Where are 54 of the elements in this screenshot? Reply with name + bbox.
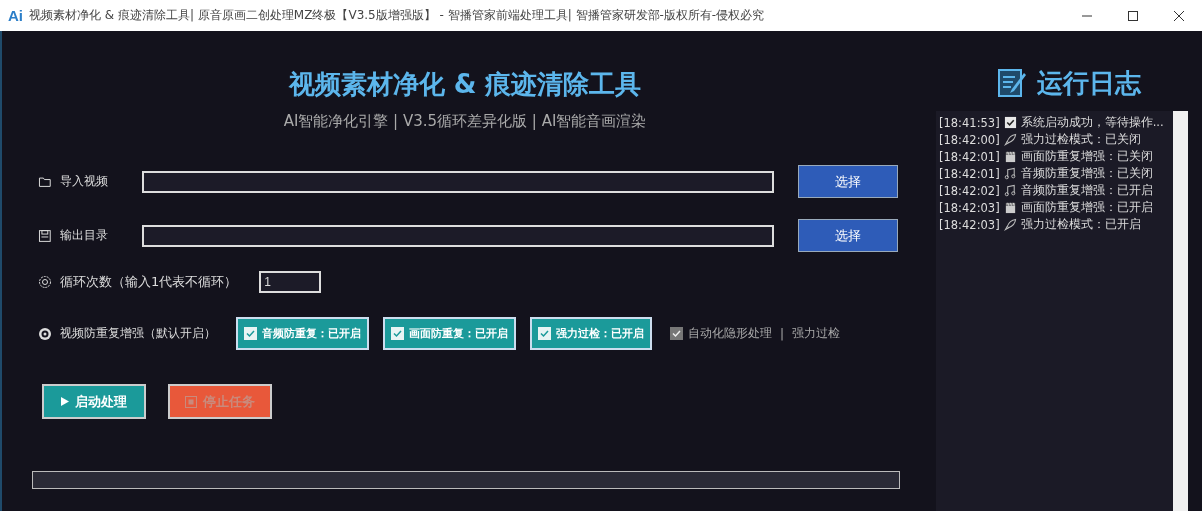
separator-text: | bbox=[780, 326, 785, 341]
target-icon bbox=[38, 326, 52, 341]
save-icon bbox=[38, 228, 52, 243]
clapperboard-icon bbox=[1003, 150, 1017, 163]
enhance-label: 视频防重复增强（默认开启） bbox=[60, 325, 216, 342]
music-note-icon bbox=[1003, 167, 1017, 180]
log-message: 强力过检模式：已关闭 bbox=[1020, 132, 1141, 147]
log-time: [18:42:02] bbox=[939, 183, 1000, 198]
loop-label: 循环次数（输入1代表不循环） bbox=[60, 273, 238, 291]
field-label: 输出目录 bbox=[59, 227, 109, 244]
log-message: 强力过检模式：已开启 bbox=[1020, 217, 1141, 232]
log-time: [18:42:00] bbox=[939, 132, 1000, 147]
play-icon bbox=[61, 397, 69, 406]
field-label: 导入视频 bbox=[59, 173, 109, 190]
path-field[interactable] bbox=[142, 224, 774, 247]
log-message: 画面防重复增强：已关闭 bbox=[1020, 149, 1153, 164]
checkbox-icon bbox=[538, 327, 551, 340]
checkbox-icon bbox=[244, 327, 257, 340]
app-subtitle: AI智能净化引擎 | V3.5循环差异化版 | AI智能音画渲染 bbox=[282, 112, 648, 131]
toggle-button[interactable]: 画面防重复：已开启 bbox=[383, 317, 516, 350]
checkbox-icon bbox=[670, 327, 683, 340]
log-time: [18:42:03] bbox=[939, 217, 1000, 232]
path-field[interactable] bbox=[142, 170, 774, 193]
app-title: 视频素材净化 & 痕迹清除工具 bbox=[287, 68, 643, 101]
folder-icon bbox=[38, 174, 52, 189]
log-message: 音频防重复增强：已关闭 bbox=[1020, 166, 1153, 181]
select-button[interactable]: 选择 bbox=[797, 165, 898, 198]
checkbox-icon bbox=[1003, 116, 1017, 129]
log-message: 系统启动成功，等待操作... bbox=[1020, 115, 1164, 130]
start-button[interactable]: 启动处理 bbox=[42, 384, 146, 419]
log-time: [18:42:01] bbox=[939, 166, 1000, 181]
log-message: 画面防重复增强：已开启 bbox=[1020, 200, 1153, 215]
clapperboard-icon bbox=[1003, 201, 1017, 214]
log-time: [18:42:01] bbox=[939, 149, 1000, 164]
window-title: 视频素材净化 & 痕迹清除工具| 原音原画二创处理MZ终极【V3.5版增强版】 - 智播管家前端处理工具| 智播管家研发部-版权所有-侵权必究 bbox=[29, 7, 766, 24]
checkbox-icon bbox=[391, 327, 404, 340]
stop-icon bbox=[185, 395, 197, 408]
log-title: 运行日志 bbox=[1037, 66, 1141, 100]
toggle-button[interactable]: 强力过检：已开启 bbox=[530, 317, 652, 350]
log-message: 音频防重复增强：已开启 bbox=[1020, 183, 1153, 198]
auto-checkbox[interactable]: 自动化隐形处理 bbox=[670, 325, 772, 342]
close-icon bbox=[1174, 10, 1184, 21]
log-time: [18:42:03] bbox=[939, 200, 1000, 215]
log-time: [18:41:53] bbox=[939, 115, 1000, 130]
toggle-button[interactable]: 音频防重复：已开启 bbox=[236, 317, 369, 350]
scrollbar[interactable] bbox=[1173, 111, 1188, 511]
maximize-icon bbox=[1128, 10, 1138, 21]
music-note-icon bbox=[1003, 184, 1017, 197]
loop-count-field[interactable]: 1 bbox=[259, 271, 322, 293]
app-logo: Ai bbox=[8, 7, 23, 24]
mode-label: 强力过检 bbox=[792, 325, 841, 342]
notepad-icon bbox=[997, 68, 1027, 98]
gear-icon bbox=[38, 275, 52, 289]
select-button[interactable]: 选择 bbox=[797, 219, 898, 252]
